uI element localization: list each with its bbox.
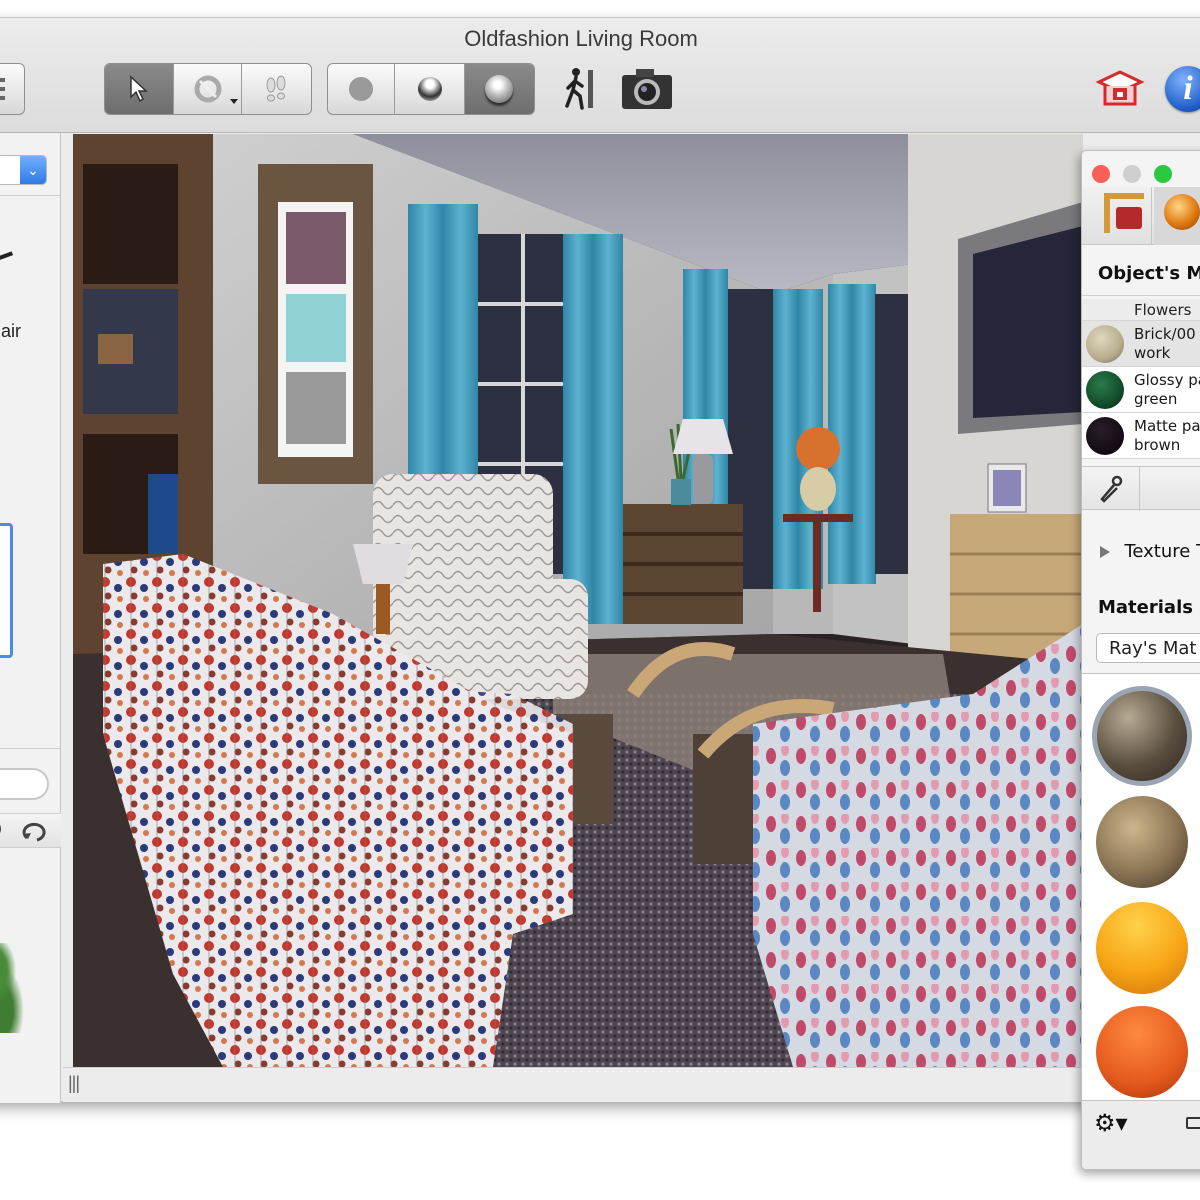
orbit-rotate-icon [194, 75, 221, 103]
render-flat-button[interactable] [328, 64, 396, 114]
eyedropper-icon [1100, 475, 1123, 503]
room-render [73, 134, 1083, 1067]
panel-footer: ⚙▾ [1082, 1100, 1200, 1169]
app-window: Oldfashion Living Room i ⌄ air ||| [0, 17, 1200, 1103]
texture-disclosure[interactable]: Texture T [1100, 541, 1200, 562]
3d-viewport[interactable] [73, 134, 1083, 1067]
green-swatch-icon [1086, 371, 1124, 409]
category-select[interactable]: ⌄ [0, 155, 47, 185]
object-thumbnail-chair[interactable] [0, 241, 15, 271]
brick-swatch-icon [1086, 325, 1124, 363]
info-button[interactable]: i [1165, 63, 1200, 115]
tv-screen [973, 226, 1083, 418]
divider [1082, 295, 1200, 296]
table-lamp [353, 544, 413, 584]
window-title: Oldfashion Living Room [464, 26, 698, 51]
disclosure-triangle-icon [1100, 545, 1110, 558]
minimize-button[interactable] [1123, 165, 1141, 183]
lamp-shade [673, 419, 733, 454]
orange-sphere-icon [1164, 194, 1200, 230]
list-header-label: Flowers [1134, 301, 1192, 319]
panel-tab-bar [1082, 187, 1200, 245]
materials-collection-header: Materials C [1098, 597, 1200, 618]
material-label: Matte pa brown [1134, 417, 1200, 454]
armchair-icon [1116, 207, 1142, 229]
divider [0, 748, 61, 749]
object-library-panel: ⌄ air [0, 133, 61, 1103]
toolbar: Oldfashion Living Room i [0, 18, 1200, 133]
material-label: Brick/00 work [1134, 325, 1196, 362]
raytraced-sphere-icon [485, 75, 514, 103]
material-swatch-grid [1082, 674, 1200, 1100]
select-tool-button[interactable] [105, 64, 175, 114]
material-swatch-floral[interactable] [1092, 686, 1192, 786]
material-list-item[interactable]: Glossy pa green [1082, 367, 1200, 413]
materials-panel: Object's M Flowers Brick/00 work Glossy … [1081, 150, 1200, 1170]
walk-tool-button[interactable] [242, 64, 311, 114]
close-button[interactable] [1092, 165, 1110, 183]
material-swatch-glossy-orange[interactable] [1096, 902, 1188, 994]
status-bar: ||| [63, 1067, 1200, 1102]
camera-icon [622, 69, 672, 109]
sidebar-toggle-button[interactable] [0, 63, 25, 115]
materials-tab[interactable] [1154, 187, 1200, 245]
gear-icon[interactable]: ⚙▾ [1094, 1109, 1128, 1138]
export-button[interactable] [1091, 63, 1149, 115]
navigation-mode-group [104, 63, 312, 115]
material-swatch-red-orange[interactable] [1096, 1006, 1188, 1098]
material-list-header: Flowers [1082, 299, 1200, 321]
walking-person-icon [565, 68, 593, 110]
brown-swatch-icon [1086, 417, 1124, 455]
export-box-icon [1095, 70, 1145, 106]
object-label: air [1, 321, 22, 341]
walkthrough-button[interactable] [559, 63, 599, 115]
zoom-button[interactable] [1154, 165, 1172, 183]
info-icon: i [1165, 66, 1200, 112]
divider [0, 195, 61, 196]
search-input[interactable] [0, 768, 49, 800]
render-raytrace-button[interactable] [464, 64, 534, 114]
curtain [563, 234, 623, 624]
chevron-down-icon: ⌄ [20, 156, 46, 184]
preview-icon[interactable] [1186, 1117, 1200, 1129]
flower-bouquet [796, 427, 840, 471]
footsteps-icon [266, 75, 286, 102]
object-thumbnail-selected[interactable] [0, 523, 13, 658]
camera-button[interactable] [619, 63, 675, 115]
chevron-down-icon [229, 99, 238, 104]
sidebar-list-icon [0, 78, 5, 102]
arrow-pointer-icon [130, 75, 149, 103]
resize-handle[interactable]: ||| [68, 1073, 80, 1094]
collection-select[interactable]: Ray's Mat [1096, 633, 1200, 663]
search-icon[interactable] [0, 820, 1, 838]
furniture-tab[interactable] [1082, 187, 1152, 245]
refresh-icon[interactable] [19, 820, 47, 844]
material-label: Glossy pa green [1134, 371, 1200, 408]
coffee-table-leg [693, 734, 753, 864]
tree-thumbnail[interactable] [0, 923, 37, 1043]
curtain [828, 284, 876, 584]
render-mode-group [327, 63, 535, 115]
eyedropper-bar [1082, 466, 1200, 511]
shaded-sphere-icon [417, 77, 442, 101]
orbit-tool-button[interactable] [174, 64, 242, 114]
collection-value: Ray's Mat [1109, 638, 1197, 659]
object-materials-header: Object's M [1098, 263, 1200, 284]
tree-icon [0, 943, 35, 1033]
flat-circle-icon [349, 77, 374, 101]
material-swatch-snake-leather[interactable] [1096, 796, 1188, 888]
material-list-item[interactable]: Brick/00 work [1082, 321, 1200, 367]
library-actions-bar [0, 813, 61, 848]
texture-label: Texture T [1124, 541, 1200, 562]
material-list-item[interactable]: Matte pa brown [1082, 413, 1200, 459]
render-shaded-button[interactable] [395, 64, 465, 114]
eyedropper-button[interactable] [1082, 467, 1140, 511]
chair-icon [0, 251, 14, 263]
